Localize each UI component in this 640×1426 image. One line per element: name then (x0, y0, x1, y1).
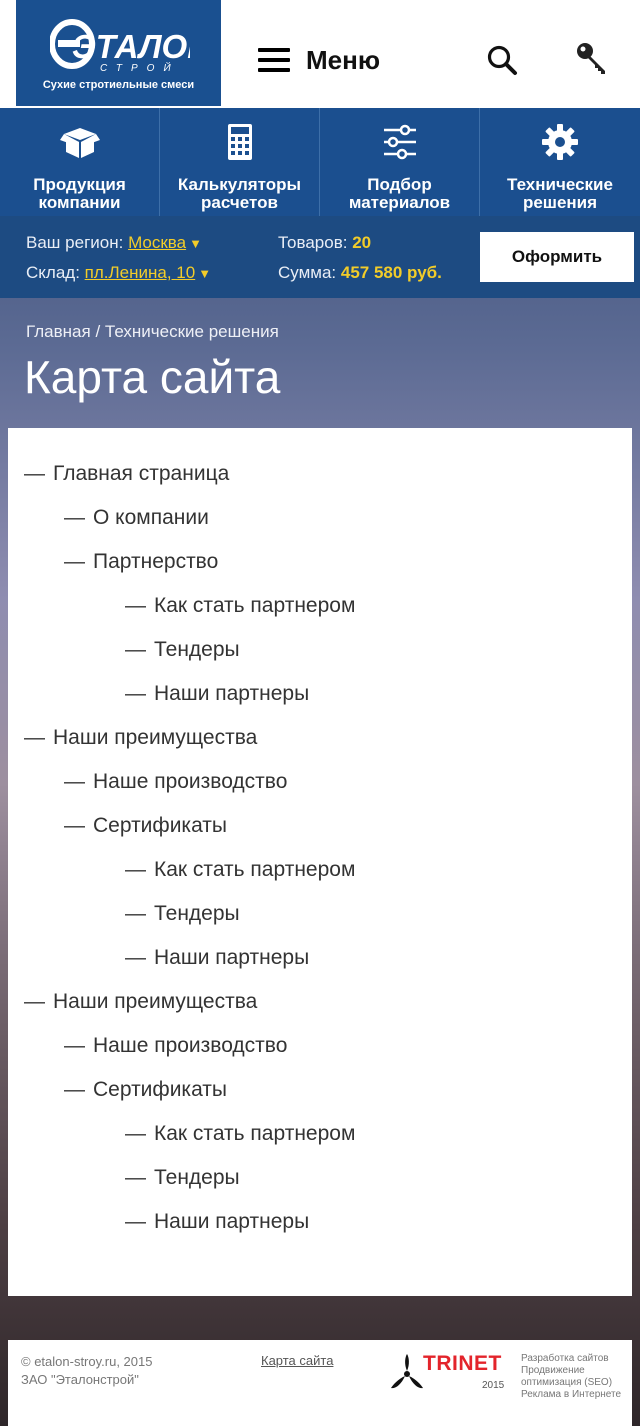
logo-mark-icon: ЭТАЛОН СТРОЙ (50, 19, 190, 74)
site-footer: © etalon-stroy.ru, 2015 ЗАО "Эталонстрой… (8, 1340, 632, 1426)
category-calculators-line1: Калькуляторы (177, 175, 302, 194)
category-calculators[interactable]: Калькуляторы расчетов (160, 108, 320, 216)
category-nav: Продукция компании Калькуляторы расчетов (0, 108, 640, 216)
category-materials[interactable]: Подбор материалов (320, 108, 480, 216)
category-tech-line1: Технические (507, 175, 613, 194)
category-materials-line2: материалов (348, 193, 451, 212)
developer-services: Разработка сайтов Продвижение оптимизаци… (521, 1353, 631, 1401)
dev-service-line: Разработка сайтов (521, 1353, 609, 1364)
breadcrumb-separator: / (90, 322, 105, 341)
stock-select[interactable]: пл.Ленина, 10 (85, 263, 196, 282)
copyright-line2: ЗАО "Эталонстрой" (21, 1372, 139, 1387)
gear-icon (542, 124, 578, 160)
site-header: ЭТАЛОН СТРОЙ Сухие стротиельные смеси Ме… (0, 0, 640, 108)
sitemap-link[interactable]: — Сертификаты (64, 814, 227, 844)
sitemap-link[interactable]: — Тендеры (125, 1166, 240, 1196)
sitemap-link[interactable]: — О компании (64, 506, 209, 536)
copyright: © etalon-stroy.ru, 2015 ЗАО "Эталонстрой… (21, 1353, 152, 1389)
breadcrumb-home[interactable]: Главная (26, 322, 91, 341)
box-icon (59, 128, 100, 158)
stock-row: Склад: пл.Ленина, 10 ▼ (26, 263, 211, 283)
sliders-icon (383, 124, 416, 160)
site-logo[interactable]: ЭТАЛОН СТРОЙ Сухие стротиельные смеси (16, 0, 221, 106)
region-row: Ваш регион: Москва ▼ (26, 233, 202, 253)
trinet-brand: TRINET (423, 1352, 502, 1375)
menu-button[interactable]: Меню (258, 40, 380, 80)
copyright-line1: © etalon-stroy.ru, 2015 (21, 1354, 153, 1369)
page-title: Карта сайта (24, 351, 281, 403)
trinet-year: 2015 (482, 1380, 505, 1391)
dev-service-line: Реклама в Интернете (521, 1389, 622, 1400)
goods-count: 20 (352, 233, 372, 252)
dev-service-line: оптимизация (SEO) (521, 1377, 613, 1388)
sitemap-link[interactable]: — Наши преимущества (24, 990, 257, 1020)
logo-sub: СТРОЙ (100, 61, 180, 74)
category-products-line1: Продукция (33, 175, 126, 194)
dev-service-line: Продвижение (521, 1365, 585, 1376)
breadcrumb-current: Технические решения (104, 322, 279, 341)
category-materials-line1: Подбор (367, 175, 432, 194)
stock-label: Склад: (26, 263, 80, 282)
sitemap-link[interactable]: — Как стать партнером (125, 858, 355, 888)
sitemap-link[interactable]: — Как стать партнером (125, 594, 355, 624)
region-cart-bar: Ваш регион: Москва ▼ Склад: пл.Ленина, 10… (0, 216, 640, 298)
key-icon[interactable] (574, 40, 610, 76)
trinet-logo[interactable]: TRINET 2015 (390, 1352, 515, 1414)
sitemap-link[interactable]: — Сертификаты (64, 1078, 227, 1108)
stock-dropdown-icon[interactable]: ▼ (198, 266, 211, 281)
sum-label: Сумма: (278, 263, 337, 282)
sitemap-link[interactable]: — Как стать партнером (125, 1122, 355, 1152)
sum-value: 457 580 руб. (340, 263, 442, 282)
logo-tagline: Сухие стротиельные смеси (42, 79, 195, 91)
sitemap-link[interactable]: — Наши партнеры (125, 682, 309, 712)
category-products[interactable]: Продукция компании (0, 108, 160, 216)
sitemap-link[interactable]: — Наши партнеры (125, 1210, 309, 1240)
hamburger-icon (258, 48, 290, 72)
sitemap-link[interactable]: — Тендеры (125, 638, 240, 668)
logo-brand: ЭТАЛОН (72, 28, 190, 65)
sitemap-link[interactable]: — Партнерство (64, 550, 218, 580)
sitemap-link[interactable]: — Наше производство (64, 770, 287, 800)
sitemap-link[interactable]: — Главная страница (24, 462, 229, 492)
goods-label: Товаров: (278, 233, 348, 252)
region-label: Ваш регион: (26, 233, 124, 252)
category-products-line2: компании (38, 193, 121, 212)
checkout-button[interactable]: Оформить (480, 232, 634, 282)
sum-row: Сумма: 457 580 руб. (278, 263, 442, 283)
search-icon[interactable] (486, 44, 518, 76)
category-tech-line2: решения (522, 193, 598, 212)
propeller-icon (391, 1354, 423, 1389)
footer-sitemap-link[interactable]: Карта сайта (261, 1353, 333, 1368)
sitemap-card: — Главная страница — О компании — Партнерст… (8, 428, 632, 1296)
sitemap-link[interactable]: — Тендеры (125, 902, 240, 932)
sitemap-link[interactable]: — Наше производство (64, 1034, 287, 1064)
region-dropdown-icon[interactable]: ▼ (189, 236, 202, 251)
sitemap-link[interactable]: — Наши преимущества (24, 726, 257, 756)
breadcrumb: Главная / Технические решения (26, 322, 279, 342)
sitemap-link[interactable]: — Наши партнеры (125, 946, 309, 976)
menu-label: Меню (306, 44, 381, 75)
goods-row: Товаров: 20 (278, 233, 371, 253)
category-tech-solutions[interactable]: Технические решения (480, 108, 640, 216)
region-select[interactable]: Москва (128, 233, 186, 252)
calculator-icon (227, 124, 252, 160)
category-calculators-line2: расчетов (201, 193, 278, 212)
